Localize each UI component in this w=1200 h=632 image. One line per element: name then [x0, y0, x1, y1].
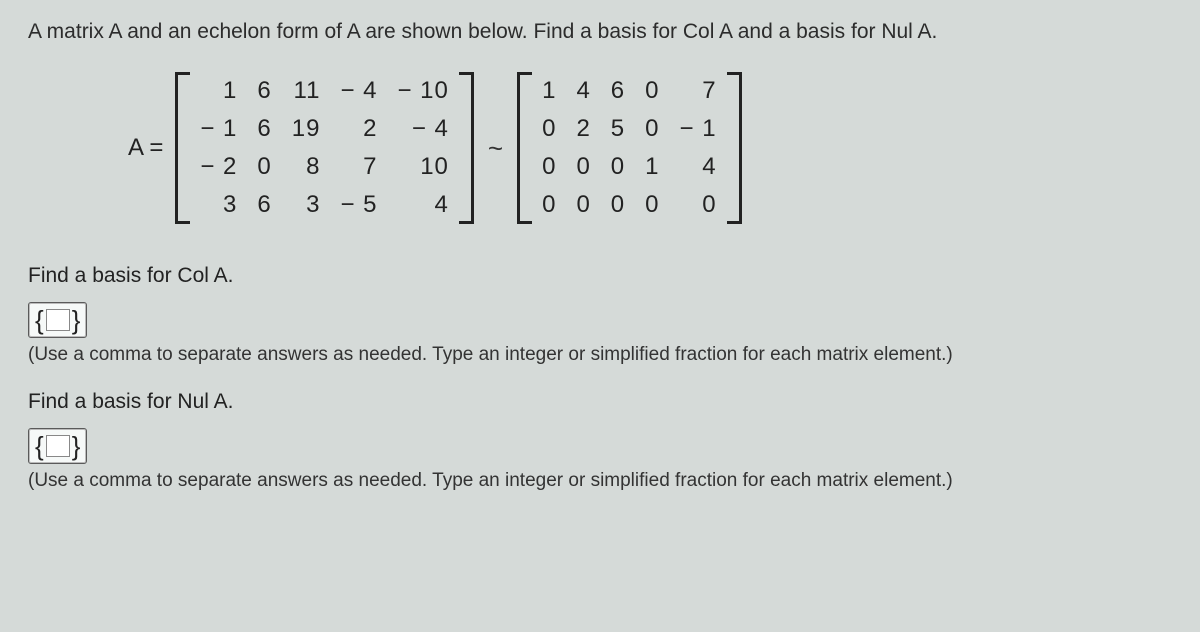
table-row: 0250− 1	[532, 110, 726, 148]
matrix-a-table: 1611− 4− 10 − 16192− 4 − 208710 363− 54	[190, 72, 459, 224]
table-row: 00014	[532, 148, 726, 186]
bracket-right	[459, 72, 474, 224]
matrix-equation: A = 1611− 4− 10 − 16192− 4 − 208710 363−…	[128, 72, 1172, 224]
tilde-symbol: ~	[488, 133, 503, 164]
matrix-echelon: 14607 0250− 1 00014 00000	[517, 72, 741, 224]
table-row: 363− 54	[190, 186, 459, 224]
hint-text-col: (Use a comma to separate answers as need…	[28, 344, 1172, 366]
table-row: 1611− 4− 10	[190, 72, 459, 110]
inner-input-box[interactable]	[46, 309, 70, 331]
table-row: 14607	[532, 72, 726, 110]
hint-text-nul: (Use a comma to separate answers as need…	[28, 470, 1172, 492]
matrix-echelon-table: 14607 0250− 1 00014 00000	[532, 72, 726, 224]
bracket-right	[727, 72, 742, 224]
prompt-nul-a: Find a basis for Nul A.	[28, 390, 1172, 414]
brace-left-icon: {	[35, 307, 44, 333]
brace-left-icon: {	[35, 433, 44, 459]
prompt-col-a: Find a basis for Col A.	[28, 264, 1172, 288]
answer-input-col-a[interactable]: { }	[28, 302, 87, 338]
table-row: 00000	[532, 186, 726, 224]
bracket-left	[517, 72, 532, 224]
brace-right-icon: }	[72, 307, 81, 333]
question-text: A matrix A and an echelon form of A are …	[28, 20, 1172, 44]
matrix-a-label: A =	[128, 134, 163, 162]
answer-input-nul-a[interactable]: { }	[28, 428, 87, 464]
matrix-a: 1611− 4− 10 − 16192− 4 − 208710 363− 54	[175, 72, 474, 224]
inner-input-box[interactable]	[46, 435, 70, 457]
table-row: − 16192− 4	[190, 110, 459, 148]
bracket-left	[175, 72, 190, 224]
brace-right-icon: }	[72, 433, 81, 459]
table-row: − 208710	[190, 148, 459, 186]
